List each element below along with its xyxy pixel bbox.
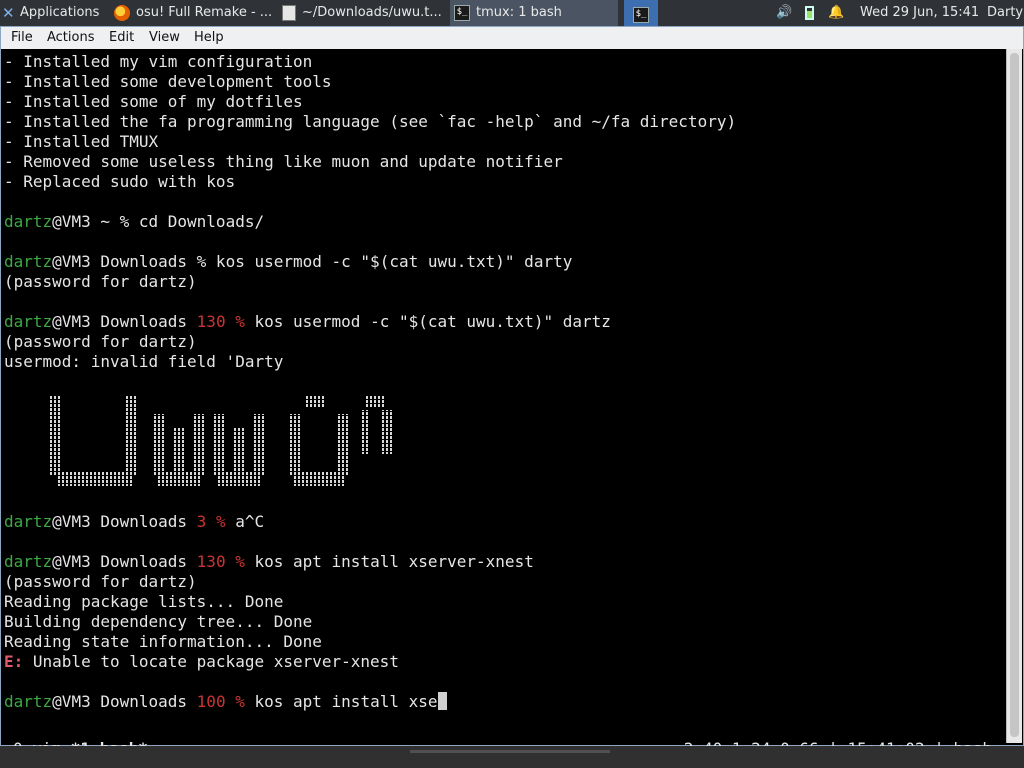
prompt-line: dartz@VM3 Downloads 130 % kos usermod -c… <box>4 312 611 332</box>
xfce-logo-icon[interactable]: ✕ <box>2 0 18 26</box>
terminal-icon: $_ <box>633 7 649 23</box>
prompt-user: dartz <box>4 212 53 231</box>
clock[interactable]: Wed 29 Jun, 15:41 <box>860 0 980 26</box>
terminal-line: (password for dartz) <box>4 572 197 591</box>
taskbar-item-editor[interactable]: ~/Downloads/uwu.t... <box>282 0 448 26</box>
error-message: Unable to locate package xserver-xnest <box>23 652 399 671</box>
user-menu[interactable]: Darty <box>987 0 1024 26</box>
menu-edit[interactable]: Edit <box>109 27 134 49</box>
menu-bar: File Actions Edit View Help <box>1 27 1023 49</box>
prompt-user: dartz <box>4 252 53 271</box>
terminal-line: - Installed TMUX <box>4 132 159 151</box>
task-label: tmux: 1 bash <box>476 5 562 20</box>
prompt-command: @VM3 ~ % cd Downloads/ <box>52 212 265 231</box>
applications-menu[interactable]: Applications <box>20 0 112 26</box>
prompt-host: @VM3 Downloads <box>52 312 197 331</box>
firefox-icon <box>114 4 130 21</box>
terminal-line: - Installed my vim configuration <box>4 52 313 71</box>
text-cursor <box>437 692 447 710</box>
menu-actions[interactable]: Actions <box>47 27 95 49</box>
terminal-line: (password for dartz) <box>4 272 197 291</box>
taskbar-item-terminal[interactable]: $_ <box>624 0 658 26</box>
prompt-user: dartz <box>4 552 53 571</box>
prompt-command: @VM3 Downloads % kos usermod -c "$(cat u… <box>52 252 573 271</box>
error-line: E: Unable to locate package xserver-xnes… <box>4 652 399 672</box>
terminal-line: - Removed some useless thing like muon a… <box>4 152 563 171</box>
terminal-line: Reading state information... Done <box>4 632 322 651</box>
prompt-user: dartz <box>4 692 53 711</box>
background-window-edge <box>410 750 610 753</box>
scrollbar-thumb[interactable] <box>1010 53 1019 737</box>
error-prefix: E: <box>4 652 24 671</box>
prompt-host: @VM3 Downloads <box>52 512 197 531</box>
command-input[interactable]: kos apt install xse <box>245 692 437 711</box>
prompt-host: @VM3 Downloads <box>52 692 197 711</box>
prompt-command: kos apt install xserver-xnest <box>244 552 534 571</box>
prompt-host: @VM3 Downloads <box>52 552 197 571</box>
scrollbar[interactable] <box>1006 49 1022 743</box>
exit-code: 3 % <box>196 512 226 531</box>
menu-file[interactable]: File <box>11 27 33 49</box>
terminal-line: - Installed the fa programming language … <box>4 112 737 131</box>
prompt-line: dartz@VM3 Downloads % kos usermod -c "$(… <box>4 252 572 272</box>
terminal-line: Reading package lists... Done <box>4 592 284 611</box>
terminal-line: - Installed some of my dotfiles <box>4 92 303 111</box>
exit-code: 100 % <box>196 692 245 711</box>
text-editor-icon <box>282 4 296 21</box>
prompt-command: a^C <box>225 512 265 531</box>
task-label: ~/Downloads/uwu.t... <box>302 5 442 20</box>
terminal-line: (password for dartz) <box>4 332 197 351</box>
top-panel: ✕ Applications osu! Full Remake - ... ~/… <box>0 0 1024 26</box>
terminal-icon: $_ <box>454 4 470 21</box>
exit-code: 130 % <box>196 312 245 331</box>
uwu-ascii-art <box>48 396 418 486</box>
volume-icon[interactable]: 🔊 <box>776 0 794 26</box>
menu-view[interactable]: View <box>149 27 180 49</box>
terminal-line: - Installed some development tools <box>4 72 332 91</box>
taskbar-item-tmux[interactable]: $_ tmux: 1 bash <box>450 0 618 26</box>
terminal-window: File Actions Edit View Help - Installed … <box>0 26 1024 758</box>
battery-icon[interactable] <box>805 0 817 26</box>
prompt-user: dartz <box>4 312 53 331</box>
task-label: osu! Full Remake - ... <box>136 5 273 20</box>
exit-code: 130 % <box>196 552 245 571</box>
terminal-line: - Replaced sudo with kos <box>4 172 236 191</box>
desktop-background <box>0 746 1024 768</box>
terminal-line: Building dependency tree... Done <box>4 612 313 631</box>
notification-bell-icon[interactable]: 🔔 <box>828 0 846 26</box>
prompt-line: dartz@VM3 ~ % cd Downloads/ <box>4 212 264 232</box>
terminal-output[interactable]: - Installed my vim configuration - Insta… <box>2 49 1006 758</box>
prompt-user: dartz <box>4 512 53 531</box>
terminal-line: usermod: invalid field 'Darty <box>4 352 284 371</box>
prompt-line: dartz@VM3 Downloads 130 % kos apt instal… <box>4 552 534 572</box>
taskbar-item-firefox[interactable]: osu! Full Remake - ... <box>114 0 280 26</box>
current-prompt-line[interactable]: dartz@VM3 Downloads 100 % kos apt instal… <box>4 692 447 712</box>
menu-help[interactable]: Help <box>194 27 224 49</box>
prompt-line: dartz@VM3 Downloads 3 % a^C <box>4 512 264 532</box>
prompt-command: kos usermod -c "$(cat uwu.txt)" dartz <box>244 312 611 331</box>
